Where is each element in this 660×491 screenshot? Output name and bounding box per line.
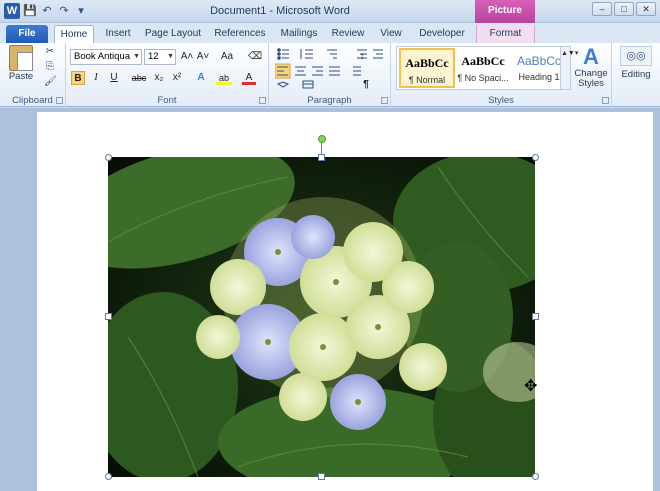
font-size-value: 12 — [148, 51, 159, 62]
font-size-select[interactable]: 12 ▼ — [144, 49, 176, 65]
show-formatting-marks-button[interactable]: ¶ — [359, 78, 373, 92]
copy-icon[interactable]: ⎘ — [44, 61, 56, 73]
change-styles-label: Change Styles — [574, 68, 608, 89]
change-styles-button[interactable]: A Change Styles — [572, 45, 610, 89]
clear-formatting-icon[interactable]: ⌫ — [248, 50, 262, 64]
title-bar: W 💾 ↶ ↷ ▾ Document1 - Microsoft Word Pic… — [0, 0, 660, 38]
paragraph-group: ↕ ¶ Paragraph — [269, 43, 391, 107]
picture-tools-header: Picture Tools — [475, 0, 535, 38]
binoculars-icon[interactable]: ◎◎ — [620, 46, 652, 66]
style-sample: AaBbCc — [405, 56, 449, 70]
tab-format[interactable]: Format — [476, 25, 535, 43]
tab-file[interactable]: File — [6, 25, 48, 43]
tab-view[interactable]: View — [374, 25, 408, 43]
tab-home[interactable]: Home — [54, 25, 94, 43]
resize-handle-top[interactable] — [318, 154, 325, 161]
tab-insert[interactable]: Insert — [100, 25, 136, 43]
sort-icon[interactable]: ↕ — [355, 50, 369, 64]
change-styles-icon: A — [583, 44, 599, 69]
chevron-down-icon: ▼ — [133, 53, 140, 60]
superscript-button[interactable]: x² — [170, 71, 184, 85]
clipboard-group: Paste ✂ ⎘ 🖌 Clipboard — [0, 43, 66, 107]
editing-group: ◎◎ Editing — [612, 43, 660, 107]
tab-page-layout[interactable]: Page Layout — [142, 25, 204, 43]
paragraph-launcher-icon[interactable] — [381, 97, 388, 104]
style-normal[interactable]: AaBbCc ¶ Normal — [399, 48, 455, 88]
styles-launcher-icon[interactable] — [602, 97, 609, 104]
paste-label: Paste — [8, 71, 34, 82]
style-name: Heading 1 — [518, 72, 560, 82]
font-group-label: Font — [157, 95, 177, 106]
resize-handle-right[interactable] — [532, 313, 539, 320]
strikethrough-button[interactable]: abc — [130, 71, 148, 85]
ribbon: Paste ✂ ⎘ 🖌 Clipboard Book Antiqua ▼ 12 ▼ … — [0, 43, 660, 107]
rotation-handle[interactable] — [318, 135, 326, 143]
shrink-font-button[interactable]: A˅ — [196, 50, 210, 64]
bold-button[interactable]: B — [71, 71, 85, 85]
ribbon-tabs: File Home Insert Page Layout References … — [0, 23, 660, 43]
subscript-button[interactable]: x₂ — [152, 71, 166, 85]
gallery-scroll-arrows[interactable]: ▲▼▾ — [560, 46, 578, 90]
highlight-button[interactable]: ab — [216, 71, 232, 85]
resize-handle-bottom-left[interactable] — [105, 473, 112, 480]
change-case-button[interactable]: Aa — [218, 50, 236, 64]
paragraph-group-label: Paragraph — [307, 95, 352, 106]
font-color-button[interactable]: A — [242, 71, 256, 85]
style-sample: AaBbCc — [516, 54, 562, 68]
hydrangea-picture[interactable] — [108, 157, 535, 477]
clipboard-icon — [9, 45, 33, 71]
style-name: ¶ No Spaci... — [457, 73, 509, 83]
minimize-button[interactable]: – — [592, 2, 612, 16]
chevron-down-icon: ▼ — [167, 53, 174, 60]
resize-handle-left[interactable] — [105, 313, 112, 320]
italic-button[interactable]: I — [89, 71, 103, 85]
maximize-button[interactable]: □ — [614, 2, 634, 16]
style-heading-1[interactable]: AaBbCc Heading 1 — [511, 48, 567, 88]
underline-button[interactable]: U — [107, 71, 121, 85]
tab-mailings[interactable]: Mailings — [276, 25, 322, 43]
cut-icon[interactable]: ✂ — [44, 46, 56, 58]
resize-handle-bottom-right[interactable] — [532, 473, 539, 480]
resize-handle-bottom[interactable] — [318, 473, 325, 480]
tab-developer[interactable]: Developer — [414, 25, 470, 43]
window-controls: – □ ✕ — [592, 2, 656, 16]
grow-font-button[interactable]: A˄ — [180, 50, 194, 64]
paste-button[interactable]: Paste — [6, 45, 36, 82]
resize-handle-top-left[interactable] — [105, 154, 112, 161]
font-family-select[interactable]: Book Antiqua ▼ — [70, 49, 142, 65]
font-group: Book Antiqua ▼ 12 ▼ A˄ A˅ Aa ⌫ B I U abc x… — [66, 43, 269, 107]
style-gallery[interactable]: AaBbCc ¶ Normal AaBbCc ¶ No Spaci... AaB… — [396, 46, 570, 90]
style-name: ¶ Normal — [408, 75, 446, 85]
tab-review[interactable]: Review — [328, 25, 368, 43]
styles-group-label: Styles — [488, 95, 514, 106]
font-launcher-icon[interactable] — [259, 97, 266, 104]
font-family-value: Book Antiqua — [74, 51, 130, 62]
tab-references[interactable]: References — [210, 25, 270, 43]
format-painter-icon[interactable]: 🖌 — [44, 76, 57, 88]
resize-handle-top-right[interactable] — [532, 154, 539, 161]
hydrangea-image — [108, 157, 535, 477]
close-button[interactable]: ✕ — [636, 2, 656, 16]
style-sample: AaBbCc — [461, 54, 505, 68]
style-no-spacing[interactable]: AaBbCc ¶ No Spaci... — [455, 48, 511, 88]
clipboard-launcher-icon[interactable] — [56, 97, 63, 104]
text-effects-button[interactable]: A — [194, 71, 208, 85]
move-cursor-icon: ✥ — [524, 378, 538, 395]
editing-label[interactable]: Editing — [612, 69, 660, 80]
